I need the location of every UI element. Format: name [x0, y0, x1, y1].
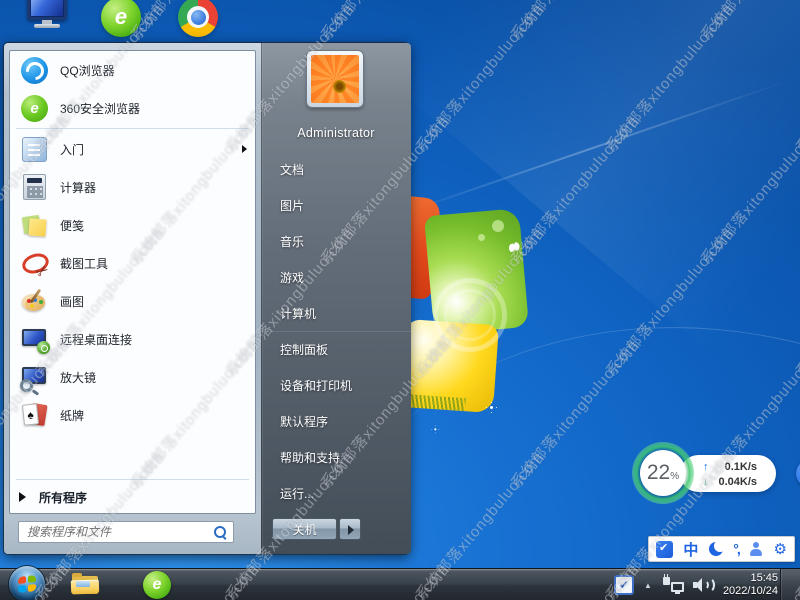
taskbar-item-360-browser[interactable]: e: [140, 572, 174, 598]
ime-user-icon[interactable]: [749, 542, 763, 556]
start-menu-item-documents[interactable]: 文档: [261, 151, 411, 187]
ime-fullwidth-moon-icon[interactable]: [709, 542, 723, 556]
upload-speed: 0.1K/s: [725, 461, 757, 473]
sparkle-flower: [486, 402, 496, 412]
search-input[interactable]: [19, 522, 233, 542]
avatar[interactable]: [307, 51, 363, 107]
sparkle-flower: [432, 426, 439, 433]
taskbar: e ▲ 15:45 2022/10/24: [0, 568, 800, 600]
start-menu-item-pictures[interactable]: 图片: [261, 187, 411, 223]
tray-date: 2022/10/24: [723, 585, 778, 597]
ime-toolbar: 中 °, ⚙: [648, 536, 795, 562]
desktop-icon-computer[interactable]: [24, 0, 70, 36]
start-menu-item-devices-printers[interactable]: 设备和打印机: [261, 367, 411, 403]
start-menu-item-remote-desktop[interactable]: 远程桌面连接: [10, 320, 255, 358]
shutdown-options-button[interactable]: [339, 518, 361, 540]
right-arrow-icon: [348, 525, 354, 535]
calculator-icon: [23, 174, 46, 200]
ime-status-tray-icon[interactable]: [614, 575, 634, 595]
solitaire-icon: ♠: [21, 402, 48, 429]
getting-started-icon: [22, 137, 47, 162]
qq-browser-icon: [21, 57, 48, 84]
start-menu-item-default-programs[interactable]: 默认程序: [261, 403, 411, 439]
360-browser-icon: e: [21, 95, 48, 122]
all-programs-button[interactable]: 所有程序: [10, 481, 255, 513]
start-menu-item-sticky-notes[interactable]: 便笺: [10, 206, 255, 244]
shutdown-button[interactable]: 关机: [272, 518, 337, 540]
start-menu-item-magnifier[interactable]: 放大镜: [10, 358, 255, 396]
start-menu-item-run[interactable]: 运行...: [261, 475, 411, 511]
start-menu-item-qq-browser[interactable]: QQ浏览器: [10, 51, 255, 89]
search-icon: [214, 526, 227, 539]
divider: [16, 128, 249, 129]
start-menu-item-control-panel[interactable]: 控制面板: [261, 331, 411, 367]
start-menu-item-music[interactable]: 音乐: [261, 223, 411, 259]
windows-flag-icon: [18, 575, 36, 593]
submenu-arrow-icon: [242, 145, 247, 153]
desktop-icon-360-browser[interactable]: e: [101, 0, 141, 37]
wallpaper-ring: [444, 289, 496, 341]
start-menu-item-calculator[interactable]: 计算器: [10, 168, 255, 206]
right-arrow-icon: [19, 492, 26, 502]
ime-settings-gear-icon[interactable]: ⚙: [774, 540, 787, 558]
monitor-icon: [27, 0, 67, 20]
download-speed: 0.04K/s: [718, 476, 757, 488]
download-arrow-icon: ↓: [703, 476, 709, 488]
magnifier-icon: [21, 364, 48, 391]
snipping-tool-icon: [21, 250, 48, 277]
start-menu-search: [18, 521, 234, 543]
accelerate-plus-button[interactable]: [796, 460, 800, 487]
start-menu-item-solitaire[interactable]: ♠ 纸牌: [10, 396, 255, 434]
sticky-notes-icon: [21, 212, 48, 239]
system-tray: ▲ 15:45 2022/10/24: [614, 569, 778, 600]
glow-dot: [492, 220, 504, 232]
user-picture: [311, 55, 359, 103]
taskbar-item-explorer[interactable]: [70, 572, 104, 598]
ime-chinese-mode-icon[interactable]: 中: [683, 539, 698, 560]
tray-time: 15:45: [750, 572, 778, 584]
start-menu-item-paint[interactable]: 画图: [10, 282, 255, 320]
desktop: e QQ浏览器 e 360安全浏览器 入门: [0, 0, 800, 600]
start-menu-item-360-browser[interactable]: e 360安全浏览器: [10, 89, 255, 127]
glow-dot: [478, 234, 485, 241]
upload-arrow-icon: ↑: [703, 461, 709, 473]
start-menu: QQ浏览器 e 360安全浏览器 入门 计算器: [3, 42, 410, 555]
show-desktop-button[interactable]: [780, 569, 800, 600]
remote-desktop-icon: [21, 326, 48, 353]
memory-usage-ball[interactable]: 22 %: [632, 442, 694, 504]
volume-tray-icon[interactable]: [693, 576, 714, 594]
clock[interactable]: 15:45 2022/10/24: [723, 572, 778, 598]
user-name[interactable]: Administrator: [281, 126, 391, 140]
paint-icon: [21, 288, 48, 315]
divider: [16, 479, 249, 480]
start-menu-item-games[interactable]: 游戏: [261, 259, 411, 295]
start-menu-item-snipping-tool[interactable]: 截图工具: [10, 244, 255, 282]
start-menu-item-getting-started[interactable]: 入门: [10, 130, 255, 168]
start-button[interactable]: [9, 566, 45, 600]
start-menu-right-panel: Administrator 文档 图片 音乐 游戏 计算机 控制面板 设备和打印…: [261, 43, 411, 554]
ime-logo-icon[interactable]: [656, 541, 673, 558]
start-menu-item-help-support[interactable]: 帮助和支持: [261, 439, 411, 475]
start-menu-item-computer[interactable]: 计算机: [261, 295, 411, 331]
network-speed-panel: ↑ 0.1K/s ↓ 0.04K/s: [680, 455, 776, 492]
network-tray-icon[interactable]: [662, 576, 684, 594]
start-menu-left-panel: QQ浏览器 e 360安全浏览器 入门 计算器: [4, 43, 261, 554]
hidden-icons-arrow[interactable]: ▲: [643, 581, 653, 590]
ime-punctuation-icon[interactable]: °,: [733, 541, 739, 557]
memory-percent: 22: [647, 450, 670, 496]
